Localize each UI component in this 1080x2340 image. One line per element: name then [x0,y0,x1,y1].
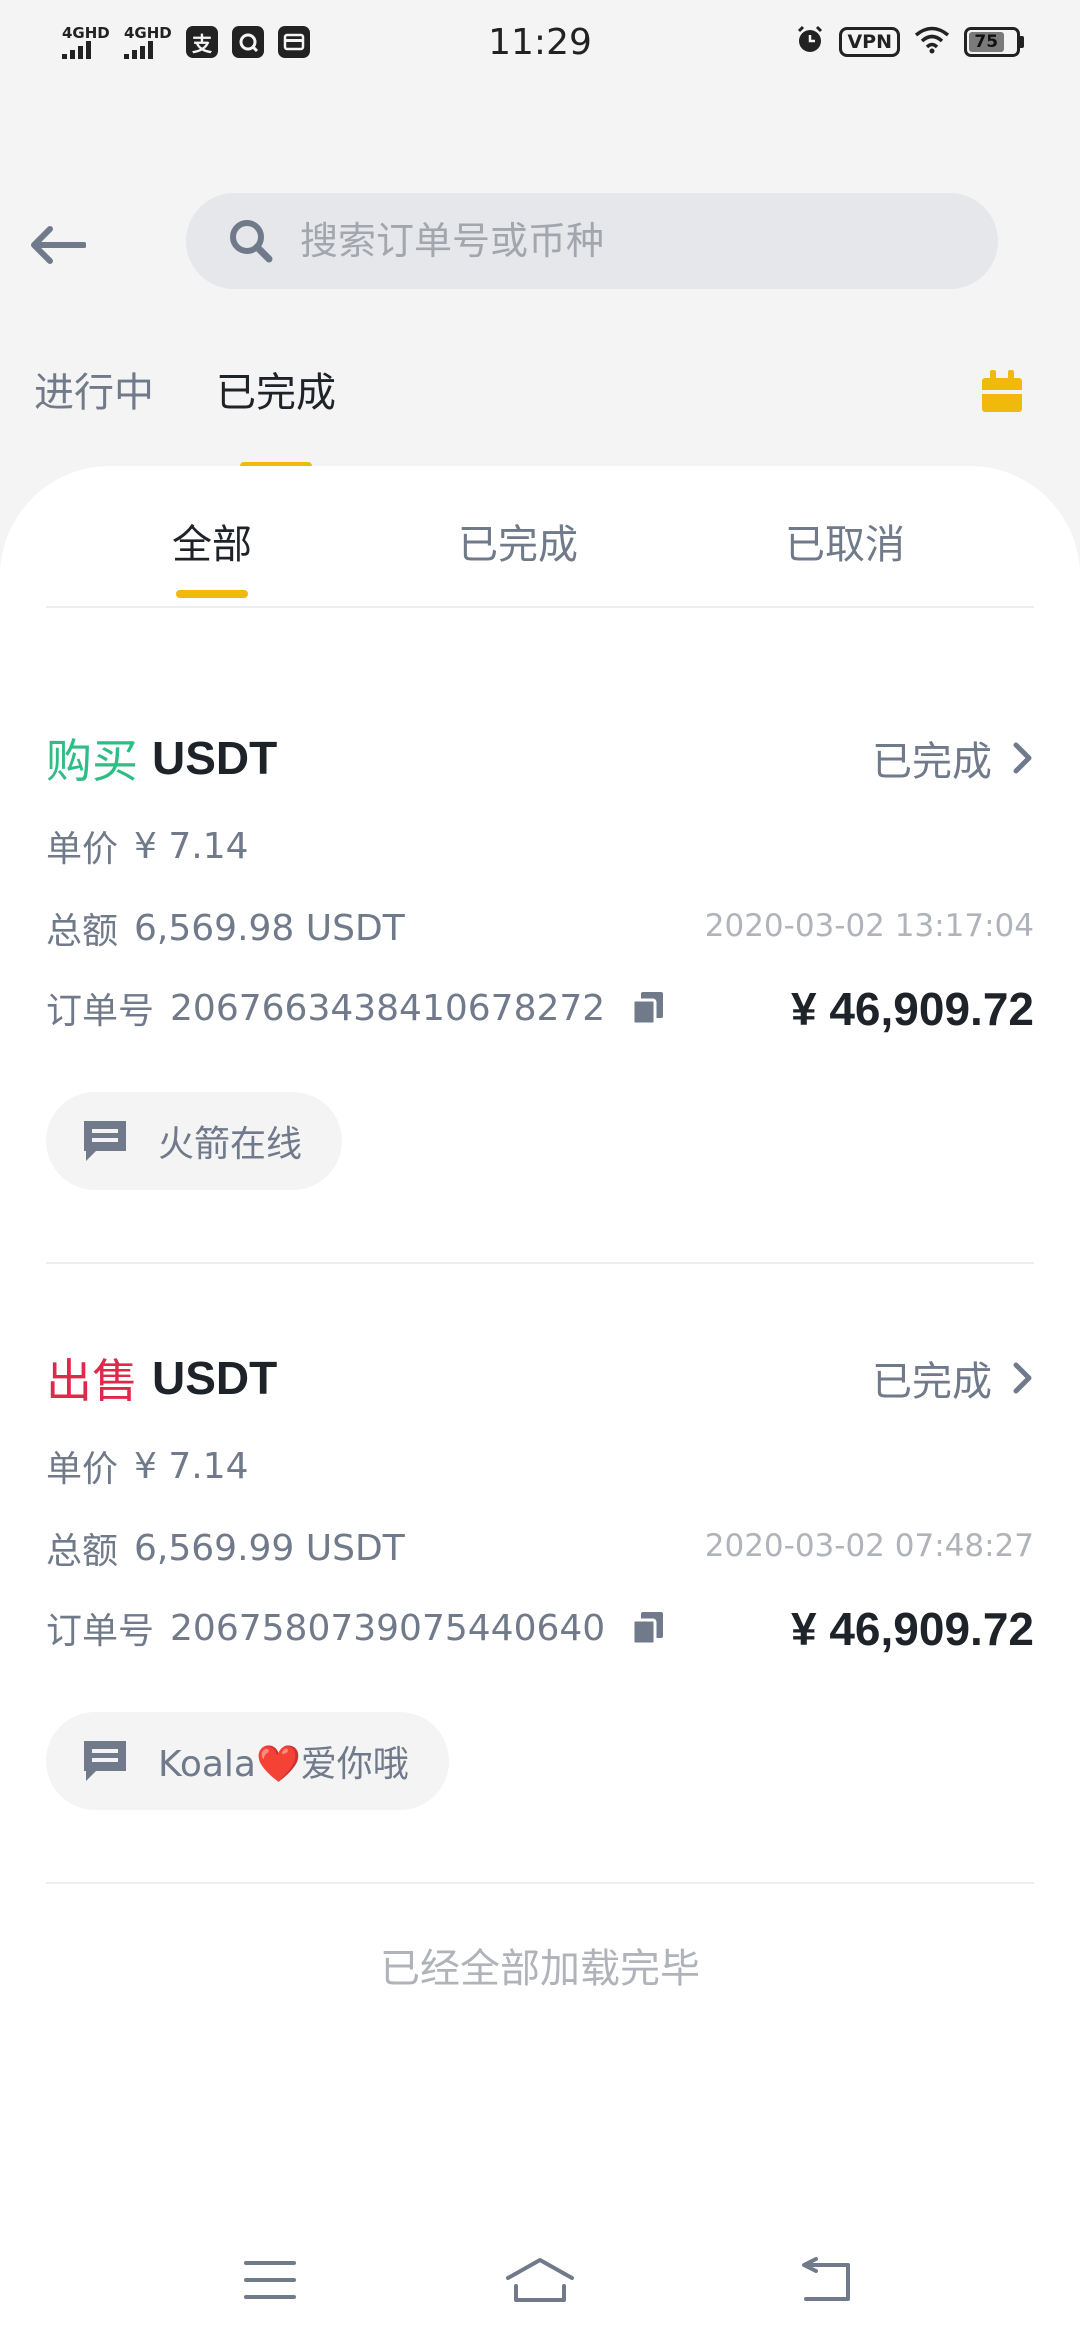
calendar-icon [982,370,1022,412]
order-side: 购买 [46,734,138,788]
back-arrow-icon [31,226,86,264]
chevron-right-icon [1013,742,1032,774]
vpn-badge: VPN [839,27,900,57]
home-icon [506,2258,574,2302]
order-header: 购买 USDT 已完成 [46,726,1034,790]
signal-icon: 4GHD [62,23,110,59]
order-coin: USDT [152,732,278,784]
order-time: 2020-03-02 13:17:04 [704,908,1034,944]
order-title: 购买 USDT [46,725,277,791]
order-time: 2020-03-02 07:48:27 [704,1528,1034,1564]
order-side: 出售 [46,1354,138,1408]
signal-icon: 4GHD [124,23,172,59]
alipay-icon: 支 [186,26,218,58]
filter-tab-completed[interactable]: 已完成 [458,512,578,570]
network-type: 4GHD [124,23,172,42]
order-status: 已完成 [872,739,992,785]
alarm-icon [795,25,825,59]
order-number-label: 订单号 [46,1611,155,1652]
total-label: 总额 [46,1531,119,1572]
status-left: 4GHD 4GHD 支 [62,23,310,59]
search-bar[interactable] [186,193,998,289]
total-row: 总额 6,569.98 USDT [46,902,405,954]
divider [46,606,1034,608]
search-icon [230,220,273,263]
merchant-name: Koala❤️爱你哦 [158,1744,409,1785]
order-amount: ¥ 46,909.72 [790,983,1034,1035]
battery-icon: 75 [964,27,1024,57]
tab-in-progress[interactable]: 进行中 [34,360,154,444]
copy-icon[interactable] [631,990,665,1026]
order-status-link[interactable]: 已完成 [872,729,1034,787]
order-amount: ¥ 46,909.72 [790,1603,1034,1655]
home-button[interactable] [500,2250,580,2310]
system-nav-bar [0,2230,1080,2330]
order-coin: USDT [152,1352,278,1404]
price-row: 单价 ¥ 7.14 [46,1440,249,1492]
total-value: 6,569.98 USDT [134,907,405,949]
calendar-button[interactable] [978,366,1026,414]
wifi-icon [914,26,950,58]
total-row: 总额 6,569.99 USDT [46,1522,405,1574]
status-tabs: 进行中 已完成 [34,360,336,444]
price-value: ¥ 7.14 [134,825,249,867]
wallet-icon [278,26,310,58]
merchant-chat-chip[interactable]: 火箭在线 [46,1092,343,1190]
return-icon [802,2257,850,2301]
status-bar: 4GHD 4GHD 支 11:29 VPN 75 [0,0,1080,84]
filter-tab-cancelled[interactable]: 已取消 [785,512,905,570]
price-label: 单价 [46,1449,119,1490]
chat-icon [84,1741,126,1781]
menu-icon [244,2261,296,2299]
divider [46,1882,1034,1884]
status-right: VPN 75 [795,25,1024,59]
orders-card: 全部 已完成 已取消 购买 USDT 已完成 单价 ¥ 7.14 总额 6,56… [0,466,1080,2340]
order-status-link[interactable]: 已完成 [872,1349,1034,1407]
merchant-name: 火箭在线 [158,1124,303,1165]
browser-icon [232,26,264,58]
order-number-row: 订单号 2067580739075440640 [46,1602,665,1654]
order-number-label: 订单号 [46,991,155,1032]
order-number: 2067663438410678272 [170,987,606,1029]
order-title: 出售 USDT [46,1345,277,1411]
battery-level: 75 [969,32,1004,52]
total-label: 总额 [46,911,119,952]
order-number-row: 订单号 2067663438410678272 [46,982,665,1034]
copy-icon[interactable] [631,1610,665,1646]
order-header: 出售 USDT 已完成 [46,1346,1034,1410]
merchant-chat-chip[interactable]: Koala❤️爱你哦 [46,1712,449,1810]
filter-tab-all[interactable]: 全部 [172,512,252,570]
price-value: ¥ 7.14 [134,1445,249,1487]
back-button[interactable] [22,210,92,280]
menu-button[interactable] [230,2250,310,2310]
order-number: 2067580739075440640 [170,1607,606,1649]
back-nav-button[interactable] [784,2250,864,2310]
end-of-list-text: 已经全部加载完毕 [380,1946,700,1992]
total-value: 6,569.99 USDT [134,1527,405,1569]
chat-icon [84,1121,126,1161]
tab-completed[interactable]: 已完成 [216,360,336,444]
price-label: 单价 [46,829,119,870]
chevron-right-icon [1013,1362,1032,1394]
filter-tabs: 全部 已完成 已取消 [0,512,1080,572]
price-row: 单价 ¥ 7.14 [46,820,249,872]
network-type: 4GHD [62,23,110,42]
divider [46,1262,1034,1264]
search-input[interactable] [300,219,960,263]
order-status: 已完成 [872,1359,992,1405]
